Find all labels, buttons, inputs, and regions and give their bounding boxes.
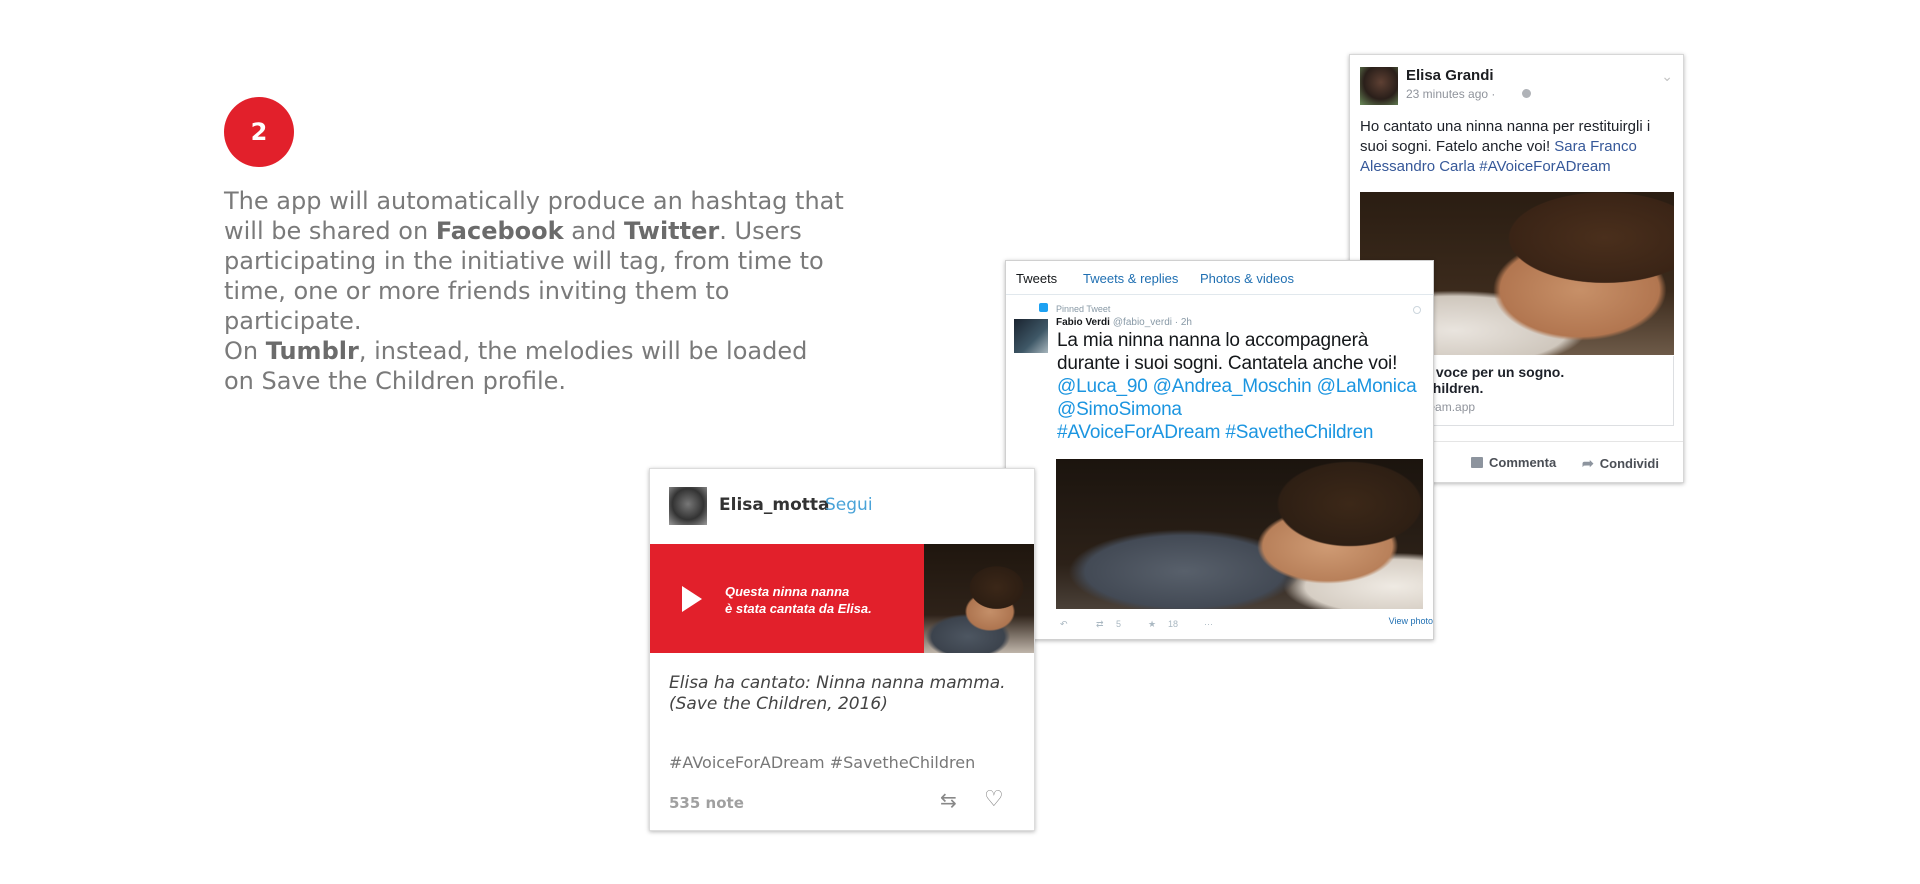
tweet-photo[interactable] — [1056, 459, 1423, 609]
comment-label: Commenta — [1489, 455, 1557, 470]
notes-count[interactable]: 535 note — [669, 794, 744, 812]
step-number: 2 — [250, 118, 268, 146]
banner-text: Questa ninna nanna è stata cantata da Eli… — [725, 583, 915, 617]
step-number-badge: 2 — [224, 97, 294, 167]
tumblr-post-card: Elisa_motta Segui Questa ninna nanna è st… — [649, 468, 1035, 831]
tag-link[interactable]: Alessandro Carla — [1360, 158, 1475, 175]
favorite-count: 18 — [1168, 619, 1179, 629]
retweet-icon[interactable]: ⇄ — [1096, 619, 1104, 630]
post-author[interactable]: Elisa Grandi — [1406, 67, 1494, 84]
banner-line-1: Questa ninna nanna — [725, 584, 850, 599]
tweet-text: La mia ninna nanna lo accompagnerà duran… — [1057, 329, 1427, 444]
pinned-label: Pinned Tweet — [1056, 304, 1111, 314]
author-handle: @fabio_verdi · 2h — [1112, 317, 1192, 328]
tab-photos-videos[interactable]: Photos & videos — [1200, 271, 1294, 286]
author-name: Fabio Verdi — [1056, 317, 1110, 328]
intro-on: On — [224, 337, 266, 365]
intro-and: and — [563, 217, 625, 245]
post-time[interactable]: 23 minutes ago · — [1406, 87, 1495, 101]
tweet-body: La mia ninna nanna lo accompagnerà duran… — [1057, 330, 1398, 374]
banner-photo — [924, 544, 1034, 653]
favorite-icon[interactable]: ★ — [1148, 619, 1156, 630]
chevron-down-icon[interactable]: ⌄ — [1661, 69, 1673, 85]
tweet-author[interactable]: Fabio Verdi @fabio_verdi · 2h — [1056, 317, 1192, 328]
post-username[interactable]: Elisa_motta — [719, 495, 829, 515]
banner-line-2: è stata cantata da Elisa. — [725, 601, 872, 616]
more-icon[interactable]: ··· — [1204, 619, 1213, 629]
reply-icon[interactable]: ↶ — [1060, 619, 1068, 630]
mention-links[interactable]: @Luca_90 @Andrea_Moschin @LaMonica @Simo… — [1057, 376, 1417, 420]
post-tags[interactable]: #AVoiceForADream #SavetheChildren — [669, 753, 975, 772]
avatar[interactable] — [669, 487, 707, 525]
intro-facebook: Facebook — [435, 217, 564, 245]
view-photo-link[interactable]: View photo — [1389, 616, 1433, 626]
retweet-count: 5 — [1116, 619, 1122, 629]
post-caption: Elisa ha cantato: Ninna nanna mamma. (Sa… — [669, 673, 1006, 714]
intro-text: The app will automatically produce an ha… — [224, 186, 844, 396]
tag-link[interactable]: Sara Franco — [1554, 138, 1637, 155]
pin-icon — [1039, 303, 1048, 312]
intro-tumblr: Tumblr — [265, 337, 359, 365]
avatar[interactable] — [1360, 67, 1398, 105]
reblog-icon[interactable]: ⇆ — [940, 790, 962, 810]
heart-icon[interactable]: ♡ — [984, 789, 1004, 811]
hashtag-links[interactable]: #AVoiceForADream #SavetheChildren — [1057, 422, 1373, 443]
twitter-post-card: Tweets Tweets & replies Photos & videos … — [1005, 260, 1434, 640]
share-button[interactable]: ➦ Condividi — [1582, 455, 1659, 472]
play-icon[interactable] — [682, 586, 702, 612]
post-text: Ho cantato una ninna nanna per restituir… — [1360, 117, 1676, 177]
location-icon — [1413, 306, 1421, 314]
follow-button[interactable]: Segui — [825, 495, 873, 515]
profile-tabs: Tweets Tweets & replies Photos & videos — [1006, 261, 1433, 295]
audio-player-banner[interactable]: Questa ninna nanna è stata cantata da Eli… — [650, 544, 924, 653]
comment-button[interactable]: Commenta — [1471, 455, 1556, 470]
tab-tweets[interactable]: Tweets — [1016, 271, 1057, 286]
preview-domain: adream.app — [1411, 400, 1476, 414]
tab-tweets-replies[interactable]: Tweets & replies — [1083, 271, 1178, 286]
intro-twitter: Twitter — [624, 217, 720, 245]
avatar[interactable] — [1014, 319, 1048, 353]
comment-icon — [1471, 457, 1483, 468]
share-icon: ➦ — [1582, 455, 1594, 471]
hashtag-link[interactable]: #AVoiceForADream — [1479, 158, 1610, 175]
share-label: Condividi — [1599, 456, 1659, 471]
globe-icon — [1522, 89, 1531, 98]
